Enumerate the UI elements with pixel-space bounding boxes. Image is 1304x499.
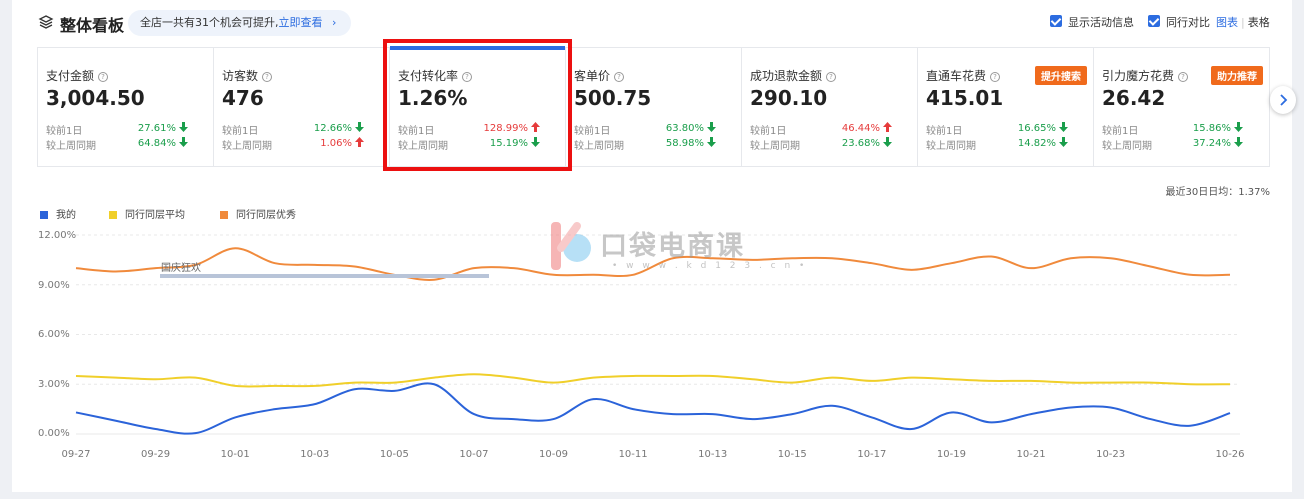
- x-tick-label: 10-23: [1096, 449, 1126, 460]
- watermark-logo: [551, 222, 591, 270]
- x-tick-label: 10-26: [1215, 449, 1245, 460]
- x-tick-label: 10-03: [300, 449, 330, 460]
- x-tick-label: 09-27: [61, 449, 91, 460]
- x-tick-label: 10-15: [777, 449, 807, 460]
- watermark-text: 口袋电商课: [600, 231, 745, 262]
- x-tick-label: 10-13: [698, 449, 728, 460]
- x-tick-label: 10-11: [618, 449, 648, 460]
- x-tick-label: 10-17: [857, 449, 887, 460]
- watermark-url: • w w w . k d 1 2 3 . c n •: [612, 261, 808, 271]
- x-tick-label: 10-21: [1016, 449, 1046, 460]
- x-tick-label: 10-19: [936, 449, 966, 460]
- x-tick-label: 10-01: [220, 449, 250, 460]
- x-tick-label: 10-05: [379, 449, 409, 460]
- event-bar[interactable]: [160, 274, 489, 278]
- series-line-mine[interactable]: [75, 382, 1231, 435]
- event-label: 国庆狂欢: [161, 263, 201, 274]
- x-tick-label: 10-07: [459, 449, 489, 460]
- x-tick-label: 09-29: [141, 449, 171, 460]
- x-tick-label: 10-09: [538, 449, 569, 460]
